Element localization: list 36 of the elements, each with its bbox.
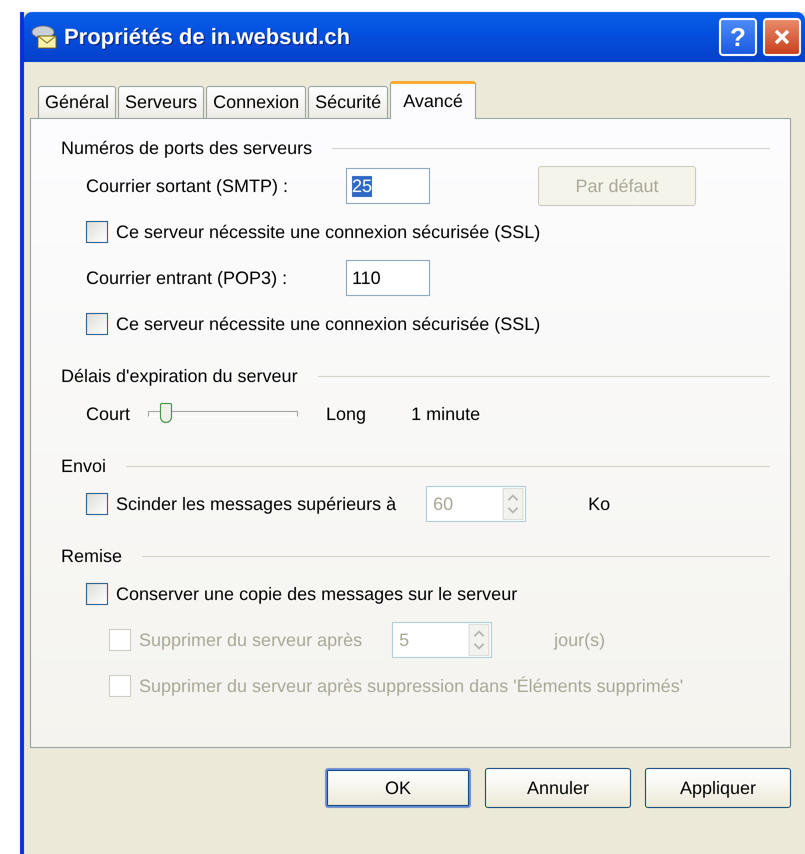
slider-min-label: Court <box>86 404 130 424</box>
tab[interactable]: Serveurs <box>118 86 204 118</box>
tab[interactable]: Connexion <box>206 86 306 118</box>
checkbox-label[interactable]: Ce serveur nécessite une connexion sécurisée (SSL) <box>116 222 540 242</box>
tab[interactable]: Sécurité <box>308 86 388 118</box>
dialog-button[interactable]: Annuler <box>485 768 631 808</box>
dialog-button[interactable]: Appliquer <box>645 768 791 808</box>
group-title: Envoi <box>61 456 106 476</box>
tab[interactable]: Avancé <box>390 81 476 119</box>
help-button[interactable]: ? <box>719 18 757 56</box>
group-title: Délais d'expiration du serveur <box>61 366 298 386</box>
group-title: Numéros de ports des serveurs <box>61 138 312 158</box>
dialog-button[interactable]: OK <box>325 768 471 808</box>
field-label: Courrier sortant (SMTP) : <box>86 176 290 196</box>
group-title: Remise <box>61 546 122 566</box>
close-icon[interactable] <box>772 27 792 47</box>
slider-reading: 1 minute <box>411 404 480 424</box>
slider-max-label: Long <box>326 404 366 424</box>
slider-track[interactable] <box>148 403 298 425</box>
field-label: Courrier entrant (POP3) : <box>86 268 288 288</box>
checkbox[interactable] <box>86 221 108 243</box>
checkbox[interactable] <box>86 493 108 515</box>
checkbox[interactable] <box>86 583 108 605</box>
mail-server-icon <box>30 23 58 51</box>
tab[interactable]: Général <box>38 86 116 118</box>
unit-label: Ko <box>588 494 610 514</box>
port-input[interactable]: 110 <box>346 260 430 296</box>
checkbox-label[interactable]: Scinder les messages supérieurs à <box>116 494 396 514</box>
window-title: Propriétés de in.websud.ch <box>64 24 352 50</box>
checkbox-label[interactable]: Ce serveur nécessite une connexion sécurisée (SSL) <box>116 314 540 334</box>
checkbox[interactable] <box>86 313 108 335</box>
port-input[interactable]: 25 <box>346 168 430 204</box>
slider-thumb[interactable] <box>160 403 172 423</box>
unit-label: jour(s) <box>554 630 606 650</box>
close-button[interactable] <box>763 18 801 56</box>
checkbox-label[interactable]: Conserver une copie des messages sur le serveur <box>116 584 518 604</box>
